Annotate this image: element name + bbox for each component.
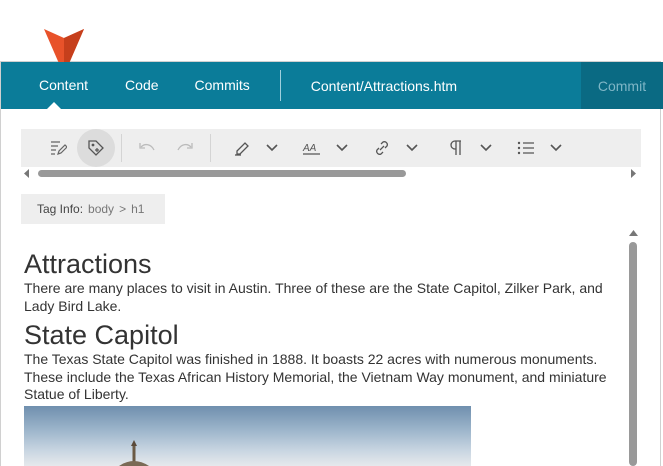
tag-crumb-h1[interactable]: h1 — [131, 202, 144, 216]
toolbar-scrollbar[interactable] — [21, 167, 641, 180]
capitol-photo[interactable] — [24, 406, 471, 466]
editor-toolbar: AA — [21, 129, 641, 167]
heading-attractions[interactable]: Attractions — [24, 248, 624, 280]
tag-info-label: Tag Info: — [37, 202, 84, 216]
tag-crumb-body[interactable]: body — [88, 202, 114, 216]
chevron-down-icon[interactable] — [475, 129, 497, 167]
edit-icon[interactable] — [39, 129, 77, 167]
tab-commits[interactable]: Commits — [177, 62, 268, 109]
content-scrollbar[interactable] — [627, 228, 639, 466]
top-nav: Content Code Commits Content/Attractions… — [1, 62, 663, 109]
capitol-statue-image — [119, 440, 149, 466]
font-style-icon[interactable]: AA — [293, 129, 331, 167]
scrollbar-thumb[interactable] — [629, 242, 637, 466]
tab-content[interactable]: Content — [1, 62, 107, 109]
redo-icon[interactable] — [166, 129, 204, 167]
tag-info-bar: Tag Info: body > h1 — [21, 194, 165, 224]
crumb-separator: > — [119, 202, 127, 216]
toolbar-divider — [121, 134, 122, 162]
nav-divider — [279, 70, 281, 101]
svg-text:AA: AA — [302, 143, 317, 154]
chevron-down-icon[interactable] — [545, 129, 567, 167]
tag-view-icon[interactable] — [77, 129, 115, 167]
list-icon[interactable] — [507, 129, 545, 167]
chevron-down-icon[interactable] — [331, 129, 353, 167]
chevron-down-icon[interactable] — [261, 129, 283, 167]
file-path: Content/Attractions.htm — [310, 77, 458, 94]
paragraph-icon[interactable] — [437, 129, 475, 167]
heading-state-capitol[interactable]: State Capitol — [24, 319, 624, 351]
toolbar-divider — [210, 134, 211, 162]
commit-button[interactable]: Commit — [581, 62, 663, 109]
highlight-icon[interactable] — [223, 129, 261, 167]
undo-icon[interactable] — [128, 129, 166, 167]
paragraph-intro[interactable]: There are many places to visit in Austin… — [24, 280, 609, 315]
editor-content[interactable]: Attractions There are many places to vis… — [24, 248, 624, 404]
scroll-up-icon[interactable] — [629, 230, 638, 236]
link-icon[interactable] — [363, 129, 401, 167]
paragraph-capitol[interactable]: The Texas State Capitol was finished in … — [24, 351, 614, 404]
tab-code[interactable]: Code — [107, 62, 176, 109]
chevron-down-icon[interactable] — [401, 129, 423, 167]
scroll-left-icon[interactable] — [24, 169, 30, 178]
scroll-right-icon[interactable] — [630, 169, 636, 178]
scrollbar-thumb[interactable] — [38, 170, 406, 177]
